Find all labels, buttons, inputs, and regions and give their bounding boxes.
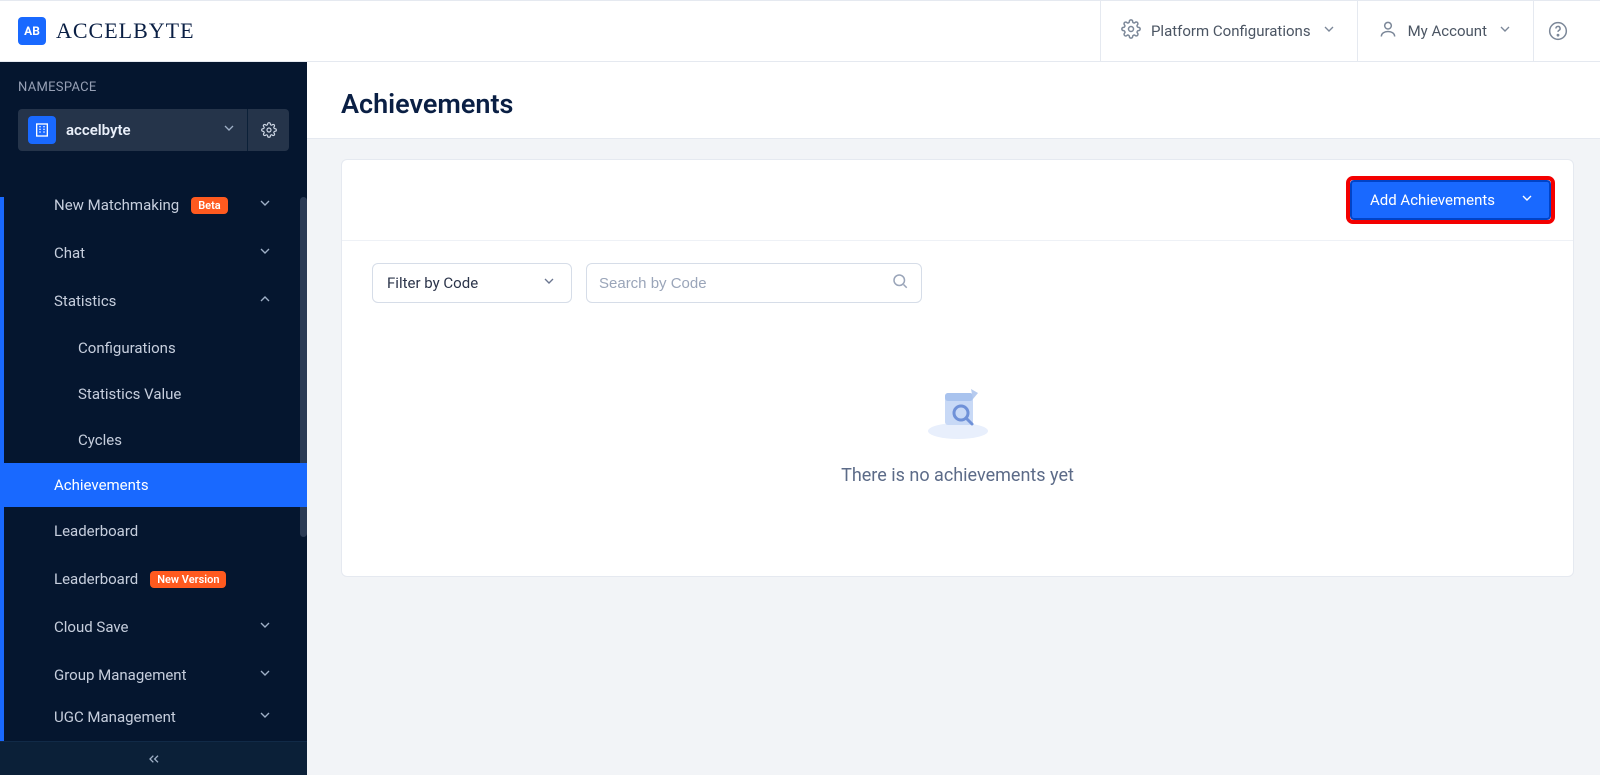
filter-by-code-select[interactable]: Filter by Code xyxy=(372,263,572,303)
sidebar-item-ugc-management[interactable]: UGC Management xyxy=(0,699,307,735)
sidebar-item-label: Statistics xyxy=(54,292,116,310)
empty-state-illustration xyxy=(923,379,993,439)
add-achievements-highlight: Add Achievements xyxy=(1346,176,1555,224)
topbar: AB ACCELBYTE Platform Configurations My … xyxy=(0,0,1600,62)
sidebar-namespace-section: NAMESPACE accelbyte xyxy=(0,62,307,161)
sidebar: NAMESPACE accelbyte New Mat xyxy=(0,62,307,775)
sidebar-item-statistics[interactable]: Statistics xyxy=(0,277,307,325)
brand-logo: AB xyxy=(18,17,46,45)
platform-configurations-menu[interactable]: Platform Configurations xyxy=(1101,1,1357,61)
sidebar-sub-statistics-value[interactable]: Statistics Value xyxy=(0,371,307,417)
sidebar-item-label: Chat xyxy=(54,244,85,262)
my-account-label: My Account xyxy=(1408,22,1487,40)
sidebar-item-new-matchmaking[interactable]: New Matchmaking Beta xyxy=(0,181,307,229)
chevron-down-icon xyxy=(257,707,273,727)
user-icon xyxy=(1378,19,1398,43)
chevron-down-icon xyxy=(257,243,273,263)
gear-icon xyxy=(1121,19,1141,43)
chevron-down-icon xyxy=(1321,21,1337,41)
building-icon xyxy=(28,116,56,144)
panel-wrapper: Add Achievements Filter by Code xyxy=(315,139,1600,603)
sidebar-item-label: Leaderboard xyxy=(54,522,138,540)
layout: NAMESPACE accelbyte New Mat xyxy=(0,62,1600,775)
sidebar-nav: New Matchmaking Beta Chat Statistics Con… xyxy=(0,161,307,775)
sidebar-item-cloud-save[interactable]: Cloud Save xyxy=(0,603,307,651)
namespace-name: accelbyte xyxy=(66,121,221,139)
add-achievements-button[interactable]: Add Achievements xyxy=(1350,180,1551,220)
new-version-badge: New Version xyxy=(150,571,226,588)
sidebar-item-label: Cloud Save xyxy=(54,618,129,636)
namespace-label: NAMESPACE xyxy=(18,80,289,95)
chevron-up-icon xyxy=(257,291,273,311)
search-by-code-input-wrapper xyxy=(586,263,922,303)
sidebar-sub-label: Cycles xyxy=(78,431,122,449)
sidebar-item-label: Leaderboard xyxy=(54,570,138,588)
chevron-down-icon xyxy=(221,120,237,140)
empty-state-text: There is no achievements yet xyxy=(841,465,1074,486)
sidebar-sub-label: Statistics Value xyxy=(78,385,181,403)
main: Achievements Add Achievements Filter by … xyxy=(307,62,1600,775)
panel: Add Achievements Filter by Code xyxy=(341,159,1574,577)
sidebar-item-label: New Matchmaking xyxy=(54,196,179,214)
brand-logo-text: AB xyxy=(24,24,40,38)
namespace-row: accelbyte xyxy=(18,109,289,151)
sidebar-item-achievements[interactable]: Achievements xyxy=(0,463,307,507)
sidebar-sub-label: Configurations xyxy=(78,339,176,357)
search-by-code-input[interactable] xyxy=(599,275,881,292)
sidebar-item-label: Achievements xyxy=(54,476,149,494)
filter-label: Filter by Code xyxy=(387,274,478,292)
chevron-down-icon xyxy=(541,273,557,293)
beta-badge: Beta xyxy=(191,197,228,214)
help-button[interactable] xyxy=(1534,1,1582,61)
sidebar-item-group-management[interactable]: Group Management xyxy=(0,651,307,699)
chevron-down-icon xyxy=(257,617,273,637)
namespace-settings-button[interactable] xyxy=(247,109,289,151)
sidebar-item-chat[interactable]: Chat xyxy=(0,229,307,277)
chevron-down-icon xyxy=(1497,21,1513,41)
search-icon xyxy=(891,272,909,294)
collapse-sidebar-button[interactable] xyxy=(0,741,307,775)
sidebar-sub-configurations[interactable]: Configurations xyxy=(0,325,307,371)
brand: AB ACCELBYTE xyxy=(18,17,195,45)
sidebar-item-label: Group Management xyxy=(54,666,187,684)
panel-toolbar: Add Achievements xyxy=(342,160,1573,241)
namespace-selector[interactable]: accelbyte xyxy=(18,109,247,151)
empty-state: There is no achievements yet xyxy=(342,309,1573,576)
chevron-down-icon xyxy=(1519,190,1535,210)
sidebar-item-leaderboard-new[interactable]: Leaderboard New Version xyxy=(0,555,307,603)
add-achievements-label: Add Achievements xyxy=(1370,191,1495,209)
chevron-down-icon xyxy=(257,195,273,215)
platform-configurations-label: Platform Configurations xyxy=(1151,22,1311,40)
filters-row: Filter by Code xyxy=(342,241,1573,309)
brand-name: ACCELBYTE xyxy=(56,18,195,44)
my-account-menu[interactable]: My Account xyxy=(1358,1,1533,61)
sidebar-item-label: UGC Management xyxy=(54,708,176,726)
sidebar-item-leaderboard[interactable]: Leaderboard xyxy=(0,507,307,555)
chevron-down-icon xyxy=(257,665,273,685)
topbar-right: Platform Configurations My Account xyxy=(1100,1,1582,61)
page-title: Achievements xyxy=(307,62,1600,139)
sidebar-sub-cycles[interactable]: Cycles xyxy=(0,417,307,463)
